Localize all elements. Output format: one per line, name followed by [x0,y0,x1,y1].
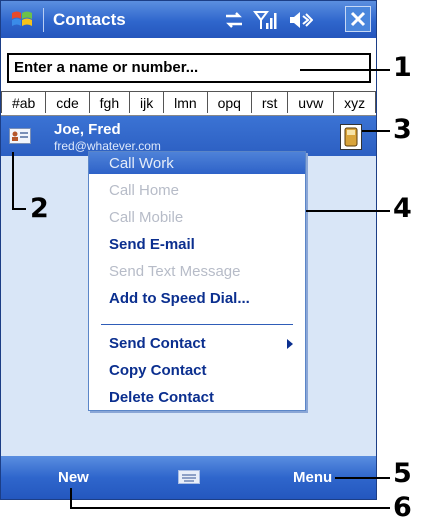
menu-item-send-text-message[interactable]: Send Text Message [109,263,240,280]
tab-ijk[interactable]: ijk [129,91,165,113]
menu-item-call-mobile[interactable]: Call Mobile [109,209,183,226]
callout-2-label: 2 [30,193,49,224]
contact-row-selected[interactable]: Joe, Fred fred@whatever.com [1,116,376,156]
tab-ab[interactable]: #ab [1,91,47,113]
tab-cde[interactable]: cde [45,91,90,113]
alphabet-index-tabs: #ab cde fgh ijk lmn opq rst uvw xyz [1,91,377,116]
connectivity-icon[interactable] [223,9,245,31]
menu-separator [101,324,293,325]
callout-4-leader [306,210,390,212]
callout-2-leader-vertical [12,152,14,210]
title-bar: Contacts [1,1,376,38]
callout-5-leader [335,477,390,479]
close-icon [350,11,366,27]
search-input[interactable]: Enter a name or number... [7,53,371,83]
menu-item-call-work[interactable]: Call Work [89,152,305,174]
menu-item-copy-contact[interactable]: Copy Contact [109,362,207,379]
close-button[interactable] [345,6,371,32]
signal-strength-icon[interactable] [253,9,277,31]
callout-1-label: 1 [393,52,412,83]
app-title: Contacts [53,10,126,29]
keyboard-icon[interactable] [178,470,200,484]
volume-icon[interactable] [287,9,313,31]
menu-bar: New Menu [1,456,376,499]
context-menu: Call Work Call Home Call Mobile Send E-m… [88,151,306,411]
tab-lmn[interactable]: lmn [163,91,208,113]
tab-fgh[interactable]: fgh [88,91,131,113]
tab-uvw[interactable]: uvw [287,91,335,113]
tab-opq[interactable]: opq [206,91,252,113]
menu-item-send-contact[interactable]: Send Contact [109,335,206,352]
callout-6-leader-horizontal [70,507,390,509]
tab-xyz[interactable]: xyz [333,91,377,113]
menu-item-add-to-speed-dial[interactable]: Add to Speed Dial... [109,290,250,307]
callout-5-label: 5 [393,458,412,489]
new-softkey[interactable]: New [58,469,89,486]
submenu-arrow-icon [287,339,293,349]
menu-item-call-home[interactable]: Call Home [109,182,179,199]
contact-card-icon [9,128,31,144]
callout-2-leader-horizontal [12,208,26,210]
menu-item-send-email[interactable]: Send E-mail [109,236,195,253]
contact-name: Joe, Fred [54,121,121,138]
callout-1-leader [300,69,390,71]
callout-3-leader [362,130,390,132]
callout-6-label: 6 [393,492,412,523]
callout-6-leader-vertical [70,488,72,508]
tab-rst[interactable]: rst [250,91,289,113]
menu-softkey[interactable]: Menu [293,469,332,486]
callout-4-label: 4 [393,193,412,224]
title-separator [43,8,44,32]
callout-3-label: 3 [393,114,412,145]
windows-start-icon[interactable] [9,7,35,33]
menu-item-delete-contact[interactable]: Delete Contact [109,389,214,406]
phone-icon[interactable] [340,124,362,150]
